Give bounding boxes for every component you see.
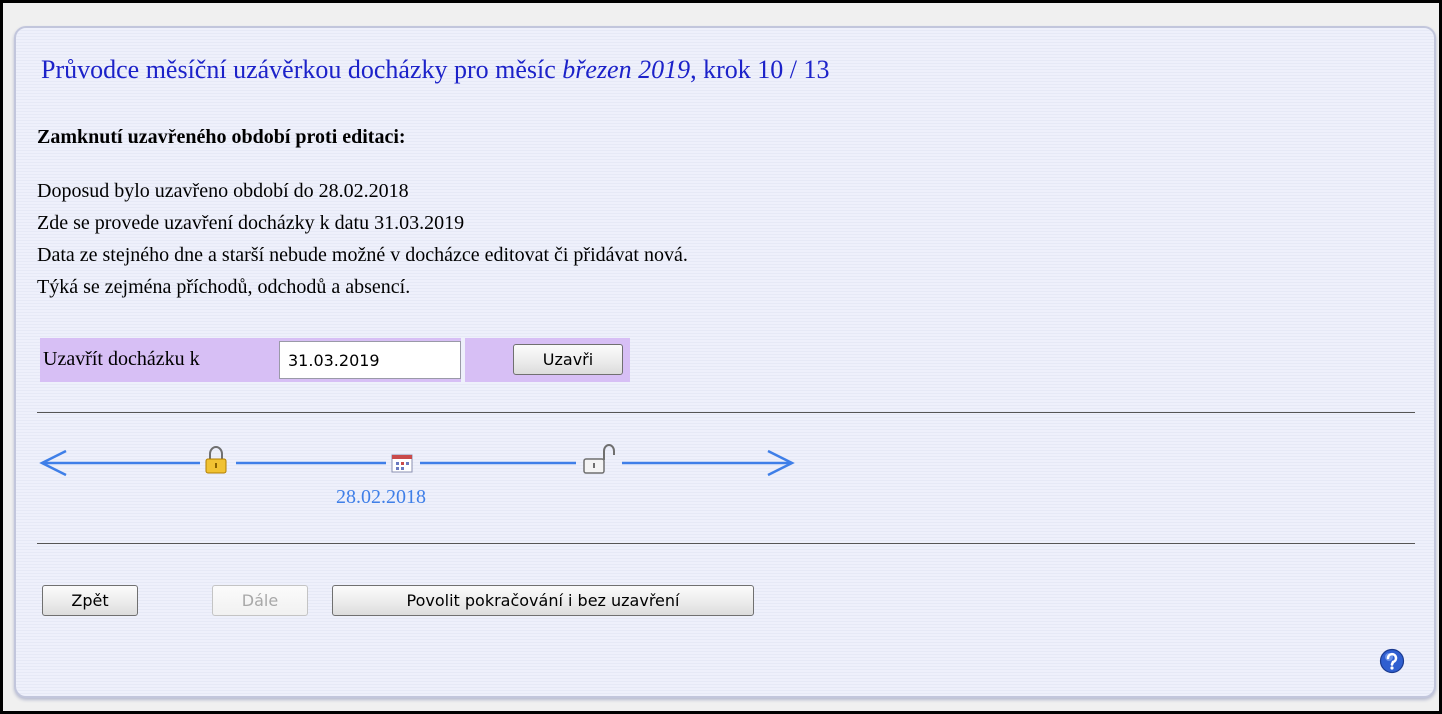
- help-icon[interactable]: [1379, 648, 1405, 674]
- close-date-label: Uzavřít docházku k: [43, 348, 200, 370]
- next-button[interactable]: Dále: [212, 585, 308, 616]
- closing-timeline: [39, 444, 795, 477]
- arrow-left-icon: [39, 449, 200, 477]
- wizard-title: Průvodce měsíční uzávěrkou docházky pro …: [41, 55, 830, 85]
- section-heading: Zamknutí uzavřeného období proti editaci…: [37, 126, 406, 148]
- info-line-scope: Týká se zejména příchodů, odchodů a abse…: [37, 276, 411, 298]
- info-line-edit-restriction: Data ze stejného dne a starší nebude mož…: [37, 244, 688, 266]
- timeline-date: 28.02.2018: [336, 486, 426, 508]
- close-attendance-form: Uzavřít docházku k Uzavři: [40, 338, 630, 382]
- lock-open-icon: [583, 444, 615, 474]
- info-line-close-date: Zde se provede uzavření docházky k datu …: [37, 212, 465, 234]
- calendar-icon: [391, 454, 413, 473]
- lock-closed-icon: [205, 446, 227, 474]
- close-button[interactable]: Uzavři: [513, 344, 623, 375]
- info-line-previous-close: Doposud bylo uzavřeno období do 28.02.20…: [37, 180, 409, 202]
- title-month: březen 2019: [562, 55, 691, 84]
- back-button[interactable]: Zpět: [42, 585, 138, 616]
- divider-top: [37, 412, 1415, 413]
- title-prefix: Průvodce měsíční uzávěrkou docházky pro …: [41, 55, 563, 84]
- title-step: , krok 10 / 13: [690, 55, 830, 84]
- window-frame: Průvodce měsíční uzávěrkou docházky pro …: [0, 0, 1442, 714]
- divider-bottom: [37, 543, 1415, 544]
- arrow-right-icon: [622, 449, 795, 477]
- wizard-panel: Průvodce měsíční uzávěrkou docházky pro …: [14, 26, 1436, 698]
- close-date-input[interactable]: [279, 341, 461, 379]
- allow-without-closing-button[interactable]: Povolit pokračování i bez uzavření: [332, 585, 754, 616]
- form-gap: [461, 338, 465, 382]
